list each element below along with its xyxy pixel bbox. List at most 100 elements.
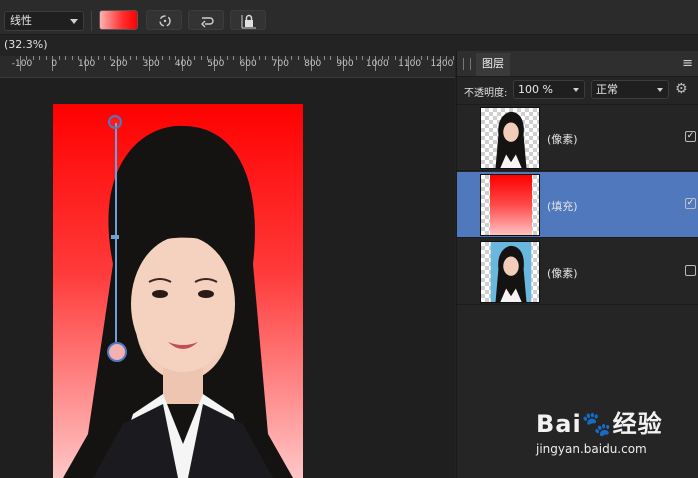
ruler-minor-tick — [362, 56, 364, 60]
watermark-brand-tail: 经验 — [612, 410, 663, 438]
ruler-minor-tick — [259, 56, 261, 60]
tab-layers[interactable]: 图层 — [476, 53, 510, 76]
layer-visibility-checkbox[interactable] — [685, 265, 696, 276]
ruler-minor-tick — [381, 56, 383, 60]
ruler-minor-tick — [426, 56, 428, 60]
blend-mode-value: 正常 — [596, 83, 618, 96]
rotate-gradient-button[interactable] — [146, 10, 182, 30]
ruler-minor-tick — [284, 56, 286, 60]
ruler-minor-tick — [323, 56, 325, 60]
ruler-label: 800 — [304, 59, 322, 69]
layer-thumbnail — [480, 241, 540, 303]
document-photo[interactable] — [53, 104, 303, 478]
opacity-label: 不透明度: — [464, 88, 508, 99]
watermark-url: jingyan.baidu.com — [536, 442, 647, 456]
layer-name: (填充) — [547, 200, 578, 213]
layer-visibility-checkbox[interactable]: ✓ — [685, 131, 696, 142]
layer-row[interactable]: (像素) — [457, 239, 698, 305]
ruler-minor-tick — [129, 56, 131, 60]
ruler-minor-tick — [414, 56, 416, 60]
ruler-minor-tick — [233, 56, 235, 60]
drag-grip-icon[interactable] — [463, 58, 471, 70]
zoom-level: (32.3%) — [4, 38, 48, 51]
ruler-minor-tick — [45, 56, 47, 60]
opacity-value: 100 % — [518, 83, 553, 96]
gradient-type-select[interactable]: 线性 — [4, 11, 84, 31]
ruler-minor-tick — [291, 56, 293, 60]
blend-mode-select[interactable]: 正常 — [591, 80, 669, 99]
ruler-label: 1100 — [398, 59, 422, 69]
ruler-minor-tick — [446, 56, 448, 60]
ruler-minor-tick — [265, 56, 267, 60]
gradient-end-handle[interactable] — [107, 342, 127, 362]
ruler-minor-tick — [168, 56, 170, 60]
layer-thumbnail — [480, 174, 540, 236]
ruler-label: 1200 — [430, 59, 454, 69]
ruler-minor-tick — [297, 56, 299, 60]
ruler-minor-tick — [200, 56, 202, 60]
ruler-label: 0 — [51, 59, 58, 69]
layer-name: (像素) — [547, 133, 578, 146]
undo-icon — [201, 17, 214, 28]
gradient-swatch[interactable] — [99, 10, 138, 30]
panel-header: 图层 ≡ — [457, 51, 698, 77]
ruler-label: 200 — [110, 59, 128, 69]
ruler-label: 500 — [207, 59, 225, 69]
ruler-minor-tick — [388, 56, 390, 60]
ruler-label: 400 — [174, 59, 193, 69]
ruler-minor-tick — [58, 56, 60, 60]
panel-menu-icon[interactable]: ≡ — [682, 56, 693, 71]
reverse-gradient-button[interactable] — [188, 10, 224, 30]
ruler-minor-tick — [65, 56, 67, 60]
ruler-label: 300 — [142, 59, 160, 69]
ruler-minor-tick — [394, 56, 396, 60]
ruler-minor-tick — [330, 56, 332, 60]
layer-row-selected[interactable]: (填充) ✓ — [457, 172, 698, 238]
ruler-minor-tick — [226, 56, 228, 60]
ruler-minor-tick — [39, 56, 41, 60]
layer-visibility-checkbox[interactable]: ✓ — [685, 198, 696, 209]
portrait-image — [63, 125, 293, 478]
ruler-minor-tick — [26, 56, 28, 60]
ruler-label: 600 — [239, 59, 257, 69]
ruler-minor-tick — [32, 56, 34, 60]
ruler-minor-tick — [452, 56, 454, 60]
ruler-minor-tick — [91, 56, 93, 60]
chevron-down-icon — [573, 88, 579, 92]
ruler-minor-tick — [136, 56, 138, 60]
chevron-down-icon — [657, 88, 663, 92]
ruler-minor-tick — [71, 56, 73, 60]
paw-icon: 🐾 — [581, 410, 613, 438]
watermark-brand: Bai — [536, 410, 582, 438]
portrait-thumb — [490, 242, 532, 302]
rotate-icon — [159, 15, 171, 27]
gradient-type-value: 线性 — [10, 14, 32, 27]
fill-thumb — [490, 175, 532, 235]
layer-row[interactable]: (像素) ✓ — [457, 105, 698, 171]
ruler-minor-tick — [355, 56, 357, 60]
gear-icon[interactable]: ⚙ — [675, 81, 688, 97]
ruler-minor-tick — [252, 56, 254, 60]
ruler-minor-tick — [97, 56, 99, 60]
toolbar-divider — [91, 11, 92, 31]
ruler-minor-tick — [187, 56, 189, 60]
layer-name: (像素) — [547, 267, 578, 280]
layer-thumbnail — [480, 107, 540, 169]
baidu-watermark: Bai🐾经验 jingyan.baidu.com — [536, 404, 663, 456]
ruler-label: 1000 — [365, 59, 389, 69]
ruler-label: 700 — [271, 59, 289, 69]
ruler-minor-tick — [317, 56, 319, 60]
gradient-midpoint-handle[interactable] — [111, 235, 119, 239]
context-toolbar: 线性 — [0, 0, 698, 35]
opacity-row: 不透明度: 100 % 正常 ⚙ — [457, 76, 698, 105]
ruler-minor-tick — [420, 56, 422, 60]
lock-aspect-button[interactable] — [230, 10, 266, 30]
ruler-minor-tick — [103, 56, 105, 60]
opacity-field[interactable]: 100 % — [513, 80, 585, 99]
ruler-minor-tick — [123, 56, 125, 60]
gradient-start-handle[interactable] — [108, 115, 122, 129]
ruler-minor-tick — [220, 56, 222, 60]
ruler-label: 900 — [336, 59, 354, 69]
ruler-label: -100 — [11, 59, 33, 69]
horizontal-ruler: -100 0 100 200 300 400 500 600 700 800 900 1000 1100… — [0, 56, 455, 78]
